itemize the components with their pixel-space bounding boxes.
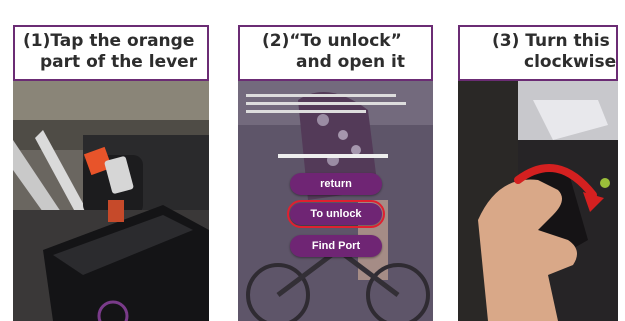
step-3-caption-line2: clockwise bbox=[524, 52, 617, 72]
step-1-caption-line2: part of the lever bbox=[40, 52, 198, 72]
step-3-panel: (3) Turn this clockwise bbox=[458, 0, 618, 321]
return-button[interactable]: return bbox=[290, 173, 382, 195]
step-1-panel: (1)Tap the orange part of the lever bbox=[13, 0, 209, 321]
bike-lock-lever-image bbox=[13, 80, 209, 321]
cyclist-background-image bbox=[238, 80, 433, 321]
step-2-caption-line2: and open it bbox=[296, 52, 406, 72]
step-1-caption-line1: (1)Tap the orange bbox=[23, 31, 195, 51]
find-port-button[interactable]: Find Port bbox=[290, 235, 382, 257]
step-3-photo bbox=[458, 80, 618, 321]
step-3-caption-line1: (3) Turn this bbox=[492, 31, 610, 51]
step-2-caption-line1: (2)“To unlock” bbox=[262, 31, 402, 51]
step-2-panel: return To unlock Find Port (2)“To unlock… bbox=[238, 0, 433, 321]
step-2-caption: (2)“To unlock” and open it bbox=[238, 25, 433, 81]
step-2-phone-screen: return To unlock Find Port bbox=[238, 80, 433, 321]
step-1-photo bbox=[13, 80, 209, 321]
hand-turning-key-image bbox=[458, 80, 618, 321]
to-unlock-button[interactable]: To unlock bbox=[287, 200, 385, 228]
step-1-caption: (1)Tap the orange part of the lever bbox=[13, 25, 209, 81]
step-3-caption: (3) Turn this clockwise bbox=[458, 25, 618, 81]
